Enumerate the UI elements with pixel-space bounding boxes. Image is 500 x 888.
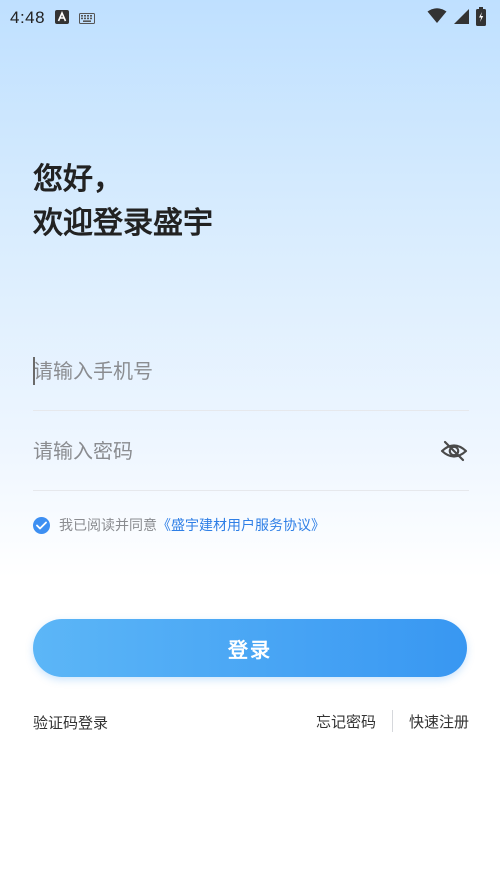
keyboard-icon — [79, 9, 96, 28]
forgot-password-link[interactable]: 忘记密码 — [316, 711, 392, 732]
password-field — [33, 411, 469, 491]
eye-off-icon[interactable] — [439, 436, 469, 466]
quick-register-link[interactable]: 快速注册 — [393, 711, 469, 732]
phone-field — [33, 331, 469, 411]
greeting-line-2: 欢迎登录盛宇 — [33, 206, 213, 241]
login-button[interactable]: 登录 — [33, 619, 467, 677]
password-input[interactable] — [33, 430, 413, 471]
status-right — [427, 6, 486, 30]
agreement-prefix: 我已阅读并同意 — [59, 518, 157, 534]
status-bar: 4:48 — [0, 0, 500, 36]
bottom-right-links: 忘记密码 快速注册 — [316, 710, 469, 732]
check-circle-icon[interactable] — [33, 516, 50, 534]
status-left: 4:48 — [10, 8, 96, 28]
agreement-row: 我已阅读并同意 《盛宇建材用户服务协议》 — [33, 515, 325, 535]
agreement-link[interactable]: 《盛宇建材用户服务协议》 — [157, 515, 325, 535]
cellular-signal-icon — [453, 8, 470, 29]
text-cursor — [33, 357, 35, 385]
status-time: 4:48 — [10, 8, 46, 27]
greeting-line-1: 您好， — [33, 162, 123, 197]
battery-charging-icon — [476, 6, 486, 30]
wifi-icon — [427, 8, 447, 28]
app-a-icon — [55, 9, 70, 28]
phone-input[interactable] — [33, 350, 413, 391]
bottom-links: 验证码登录 忘记密码 快速注册 — [33, 710, 469, 734]
greeting: 您好， 欢迎登录盛宇 — [33, 158, 213, 246]
sms-login-link[interactable]: 验证码登录 — [33, 712, 108, 733]
